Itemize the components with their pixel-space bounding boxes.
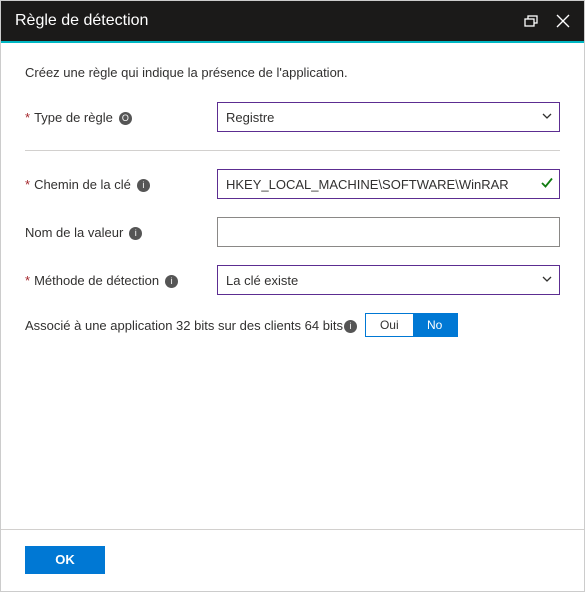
restore-window-icon[interactable]: [524, 15, 538, 27]
chevron-down-icon: [541, 110, 553, 125]
intro-text: Créez une règle qui indique la présence …: [25, 65, 560, 80]
label-detection-method: * Méthode de détection i: [25, 273, 205, 288]
label-assoc-32: Associé à une application 32 bits sur de…: [25, 318, 343, 333]
info-icon[interactable]: i: [129, 227, 142, 240]
label-value-name: Nom de la valeur i: [25, 225, 205, 240]
label-text: Nom de la valeur: [25, 225, 123, 240]
header-actions: [524, 14, 570, 28]
label-text: Type de règle: [34, 110, 113, 125]
modal-content: Créez une règle qui indique la présence …: [1, 43, 584, 529]
assoc-32-toggle: Oui No: [365, 313, 458, 337]
row-detection-method: * Méthode de détection i La clé existe: [25, 265, 560, 295]
label-rule-type: * Type de règle O: [25, 110, 205, 125]
field-detection-method: La clé existe: [217, 265, 560, 295]
required-marker: *: [25, 273, 30, 288]
info-icon[interactable]: O: [119, 112, 132, 125]
field-rule-type: Registre: [217, 102, 560, 132]
value-name-input[interactable]: [217, 217, 560, 247]
field-key-path: [217, 169, 560, 199]
required-marker: *: [25, 177, 30, 192]
modal-header: Règle de détection: [1, 1, 584, 43]
chevron-down-icon: [541, 273, 553, 288]
row-rule-type: * Type de règle O Registre: [25, 102, 560, 132]
info-icon[interactable]: i: [165, 275, 178, 288]
info-icon[interactable]: i: [344, 320, 357, 333]
modal-footer: OK: [1, 529, 584, 589]
ok-button[interactable]: OK: [25, 546, 105, 574]
separator: [25, 150, 560, 151]
select-value: La clé existe: [226, 273, 298, 288]
field-value-name: [217, 217, 560, 247]
key-path-input[interactable]: [217, 169, 560, 199]
label-text: Méthode de détection: [34, 273, 159, 288]
close-icon[interactable]: [556, 14, 570, 28]
toggle-yes-button[interactable]: Oui: [366, 314, 413, 336]
toggle-no-button[interactable]: No: [413, 314, 457, 336]
row-value-name: Nom de la valeur i: [25, 217, 560, 247]
modal-title: Règle de détection: [15, 12, 148, 30]
row-key-path: * Chemin de la clé i: [25, 169, 560, 199]
detection-method-select[interactable]: La clé existe: [217, 265, 560, 295]
label-key-path: * Chemin de la clé i: [25, 177, 205, 192]
select-value: Registre: [226, 110, 274, 125]
required-marker: *: [25, 110, 30, 125]
info-icon[interactable]: i: [137, 179, 150, 192]
rule-type-select[interactable]: Registre: [217, 102, 560, 132]
label-text: Chemin de la clé: [34, 177, 131, 192]
row-assoc-32: Associé à une application 32 bits sur de…: [25, 313, 560, 337]
